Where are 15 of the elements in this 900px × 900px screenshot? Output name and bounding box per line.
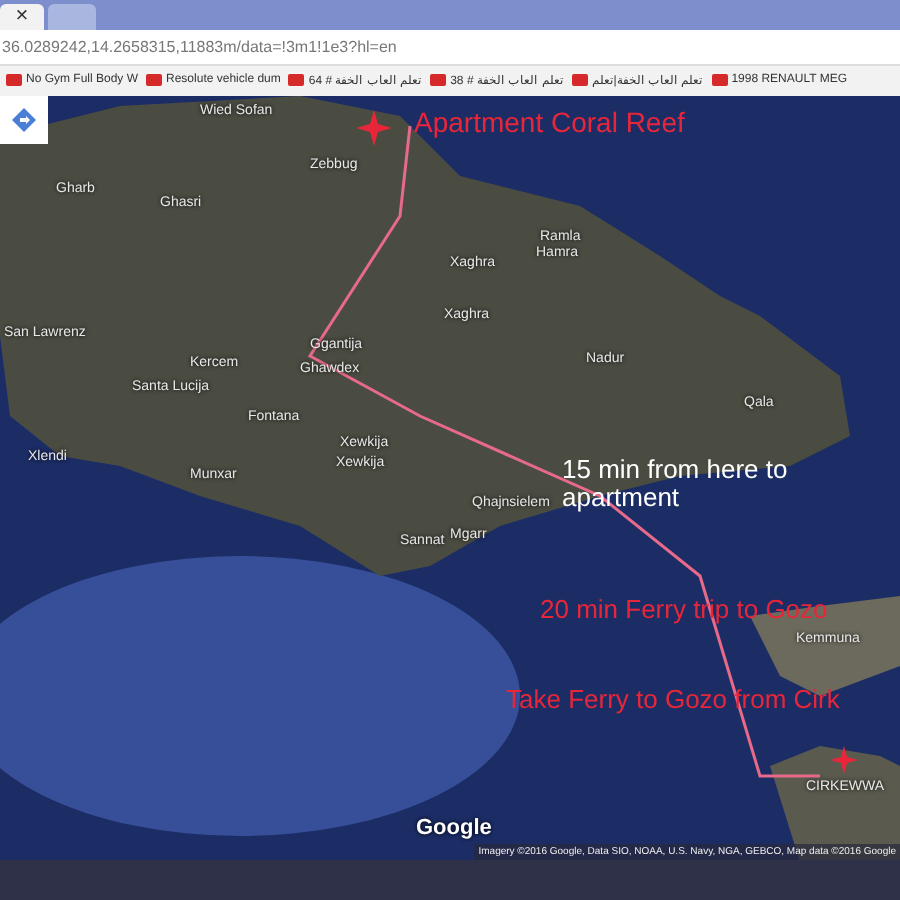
video-icon <box>430 74 447 87</box>
browser-tab[interactable]: × <box>0 3 44 30</box>
video-icon <box>571 74 588 87</box>
map-annotation: Apartment Coral Reef <box>414 107 685 139</box>
video-icon <box>288 74 305 87</box>
location-button[interactable] <box>0 95 48 144</box>
map-logo: Google <box>416 815 492 840</box>
diamond-arrow-icon <box>12 107 36 132</box>
video-icon <box>146 74 163 87</box>
satellite-map[interactable] <box>0 95 900 861</box>
address-bar[interactable]: 36.0289242,14.2658315,11883m/data=!3m1!1e3?hl=en <box>0 29 900 66</box>
star-marker-icon <box>830 745 858 774</box>
video-icon <box>6 74 22 87</box>
star-marker-icon <box>356 109 392 146</box>
video-icon <box>711 74 728 87</box>
